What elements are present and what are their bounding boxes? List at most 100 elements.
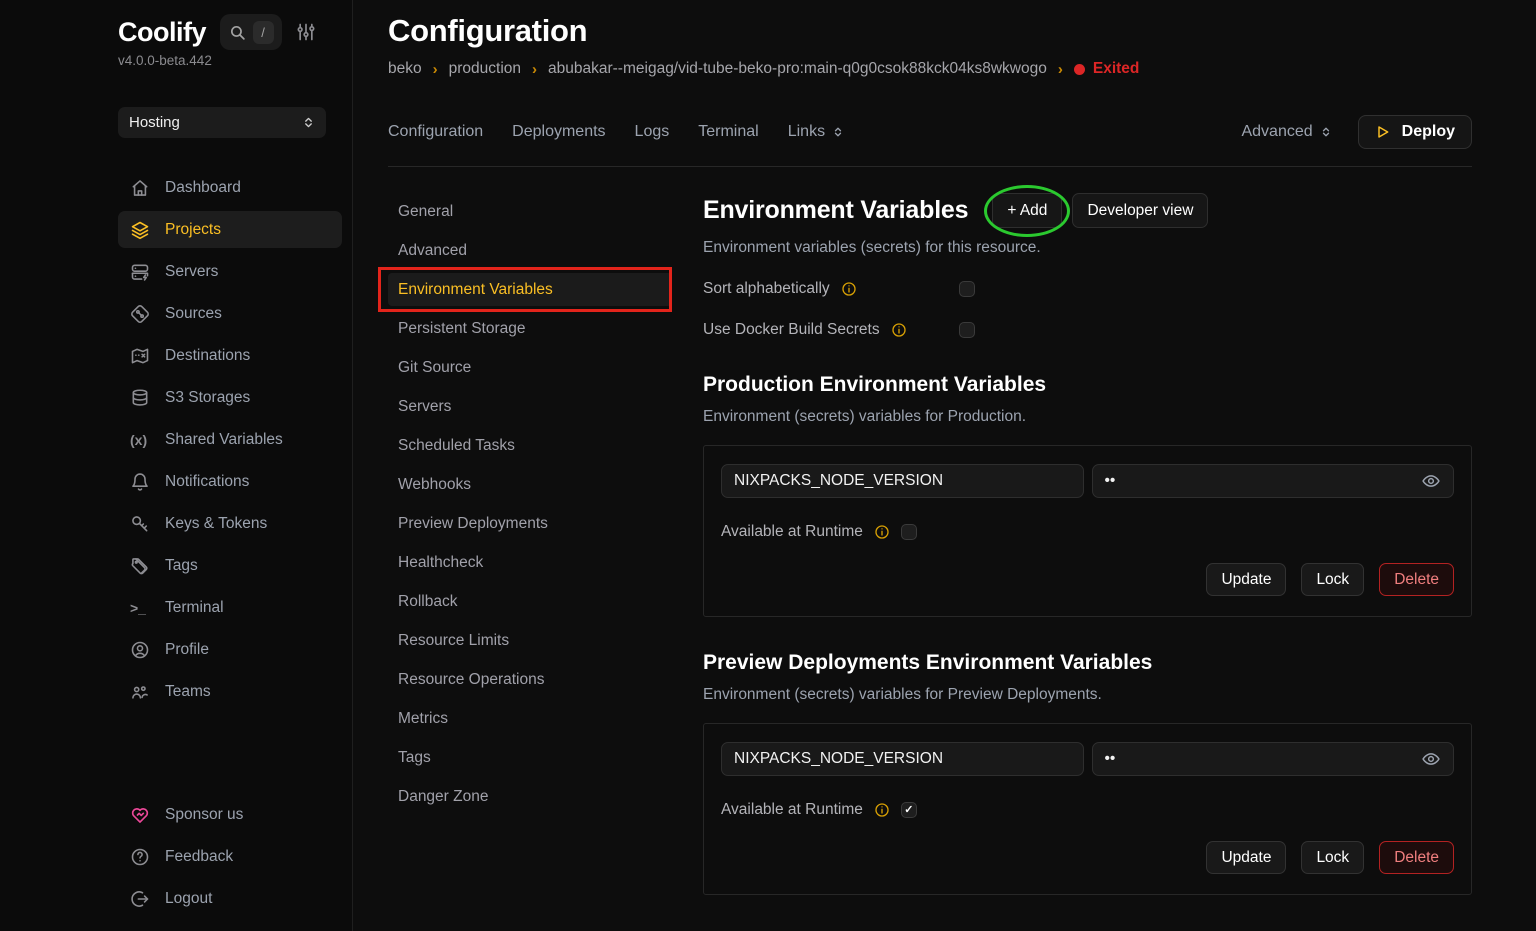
subnav-scheduled-tasks[interactable]: Scheduled Tasks — [388, 429, 672, 462]
subnav-tags[interactable]: Tags — [388, 741, 672, 774]
subnav-resource-limits[interactable]: Resource Limits — [388, 624, 672, 657]
info-icon[interactable] — [874, 802, 890, 818]
sidebar-item-label: Logout — [165, 890, 212, 908]
breadcrumb-environment[interactable]: production — [449, 60, 521, 78]
tab-terminal[interactable]: Terminal — [698, 123, 758, 141]
eye-icon[interactable] — [1421, 749, 1441, 769]
sidebar-item-teams[interactable]: Teams — [118, 673, 342, 710]
tab-configuration[interactable]: Configuration — [388, 123, 483, 141]
chevron-right-icon: › — [532, 61, 537, 78]
subnav-rollback[interactable]: Rollback — [388, 585, 672, 618]
server-icon — [130, 262, 150, 282]
play-icon — [1375, 124, 1391, 140]
subnav-servers[interactable]: Servers — [388, 390, 672, 423]
sidebar-item-label: Profile — [165, 641, 209, 659]
deploy-button[interactable]: Deploy — [1358, 115, 1472, 149]
config-subnav: General Advanced Environment Variables P… — [388, 193, 672, 931]
status-dot-icon — [1074, 64, 1085, 75]
sidebar-item-s3-storages[interactable]: S3 Storages — [118, 379, 342, 416]
chevron-updown-icon — [1320, 126, 1332, 138]
tab-deployments[interactable]: Deployments — [512, 123, 605, 141]
sidebar-item-sources[interactable]: Sources — [118, 295, 342, 332]
delete-button[interactable]: Delete — [1379, 563, 1454, 596]
sidebar-item-label: Servers — [165, 263, 218, 281]
settings-sliders-icon[interactable] — [296, 22, 316, 42]
map-icon — [130, 346, 150, 366]
env-value-input[interactable] — [1092, 464, 1455, 498]
search-button[interactable]: / — [220, 14, 282, 50]
team-select[interactable]: Hosting — [118, 107, 326, 138]
info-icon[interactable] — [841, 281, 857, 297]
tab-logs[interactable]: Logs — [635, 123, 670, 141]
sidebar-item-tags[interactable]: Tags — [118, 547, 342, 584]
sidebar-item-profile[interactable]: Profile — [118, 631, 342, 668]
search-icon — [229, 24, 246, 41]
team-select-value: Hosting — [129, 114, 180, 131]
lock-button[interactable]: Lock — [1301, 841, 1364, 874]
sidebar-item-destinations[interactable]: Destinations — [118, 337, 342, 374]
sidebar-item-notifications[interactable]: Notifications — [118, 463, 342, 500]
info-icon[interactable] — [874, 524, 890, 540]
env-value-field-wrap — [1092, 464, 1455, 498]
subnav-preview-deployments[interactable]: Preview Deployments — [388, 507, 672, 540]
sidebar-item-logout[interactable]: Logout — [118, 880, 342, 917]
subnav-environment-variables[interactable]: Environment Variables — [388, 273, 672, 306]
sidebar-item-label: S3 Storages — [165, 389, 250, 407]
production-section-title: Production Environment Variables — [703, 373, 1472, 397]
tabs-row: Configuration Deployments Logs Terminal … — [388, 115, 1472, 167]
available-at-runtime-checkbox[interactable] — [901, 524, 917, 540]
docker-build-secrets-checkbox[interactable] — [959, 322, 975, 338]
sidebar-item-sponsor-us[interactable]: Sponsor us — [118, 796, 342, 833]
sidebar-item-label: Teams — [165, 683, 211, 701]
advanced-dropdown[interactable]: Advanced — [1241, 123, 1331, 141]
sidebar-item-shared-variables[interactable]: (x) Shared Variables — [118, 421, 342, 458]
breadcrumb-team[interactable]: beko — [388, 60, 422, 78]
subnav-danger-zone[interactable]: Danger Zone — [388, 780, 672, 813]
subnav-persistent-storage[interactable]: Persistent Storage — [388, 312, 672, 345]
sidebar-item-dashboard[interactable]: Dashboard — [118, 169, 342, 206]
available-at-runtime-checkbox-checked[interactable]: ✓ — [901, 802, 917, 818]
section-subtitle: Environment variables (secrets) for this… — [703, 239, 1472, 257]
developer-view-button[interactable]: Developer view — [1072, 193, 1208, 228]
eye-icon[interactable] — [1421, 471, 1441, 491]
sidebar-item-keys-tokens[interactable]: Keys & Tokens — [118, 505, 342, 542]
status-text: Exited — [1093, 60, 1140, 78]
delete-button[interactable]: Delete — [1379, 841, 1454, 874]
chevron-updown-icon — [832, 126, 844, 138]
subnav-webhooks[interactable]: Webhooks — [388, 468, 672, 501]
env-variables-panel: Environment Variables + Add Developer vi… — [672, 193, 1472, 931]
heart-hands-icon — [130, 805, 150, 825]
sidebar-item-label: Keys & Tokens — [165, 515, 267, 533]
sidebar-item-terminal[interactable]: >_ Terminal — [118, 589, 342, 626]
sidebar-item-label: Notifications — [165, 473, 249, 491]
add-env-variable-button[interactable]: + Add — [992, 193, 1062, 228]
sidebar-item-feedback[interactable]: Feedback — [118, 838, 342, 875]
app-logo: Coolify — [118, 17, 206, 48]
sidebar-item-label: Shared Variables — [165, 431, 283, 449]
breadcrumb: beko › production › abubakar--meigag/vid… — [388, 60, 1472, 78]
info-icon[interactable] — [891, 322, 907, 338]
subnav-advanced[interactable]: Advanced — [388, 234, 672, 267]
help-circle-icon — [130, 847, 150, 867]
subnav-healthcheck[interactable]: Healthcheck — [388, 546, 672, 579]
subnav-metrics[interactable]: Metrics — [388, 702, 672, 735]
env-key-input[interactable] — [721, 464, 1084, 498]
update-button[interactable]: Update — [1206, 841, 1286, 874]
sidebar-item-servers[interactable]: Servers — [118, 253, 342, 290]
sidebar-item-projects[interactable]: Projects — [118, 211, 342, 248]
status-badge: Exited — [1074, 60, 1140, 78]
subnav-git-source[interactable]: Git Source — [388, 351, 672, 384]
app-version: v4.0.0-beta.442 — [118, 53, 342, 68]
breadcrumb-resource[interactable]: abubakar--meigag/vid-tube-beko-pro:main-… — [548, 60, 1047, 78]
subnav-resource-operations[interactable]: Resource Operations — [388, 663, 672, 696]
subnav-general[interactable]: General — [388, 195, 672, 228]
sidebar-item-label: Tags — [165, 557, 198, 575]
sort-alphabetically-checkbox[interactable] — [959, 281, 975, 297]
sidebar-item-label: Sponsor us — [165, 806, 243, 824]
update-button[interactable]: Update — [1206, 563, 1286, 596]
env-value-input[interactable] — [1092, 742, 1455, 776]
env-key-input[interactable] — [721, 742, 1084, 776]
tab-links-dropdown[interactable]: Links — [788, 123, 844, 141]
lock-button[interactable]: Lock — [1301, 563, 1364, 596]
sidebar: Coolify / v4.0.0-beta.442 Hosting Dashbo… — [0, 0, 353, 931]
